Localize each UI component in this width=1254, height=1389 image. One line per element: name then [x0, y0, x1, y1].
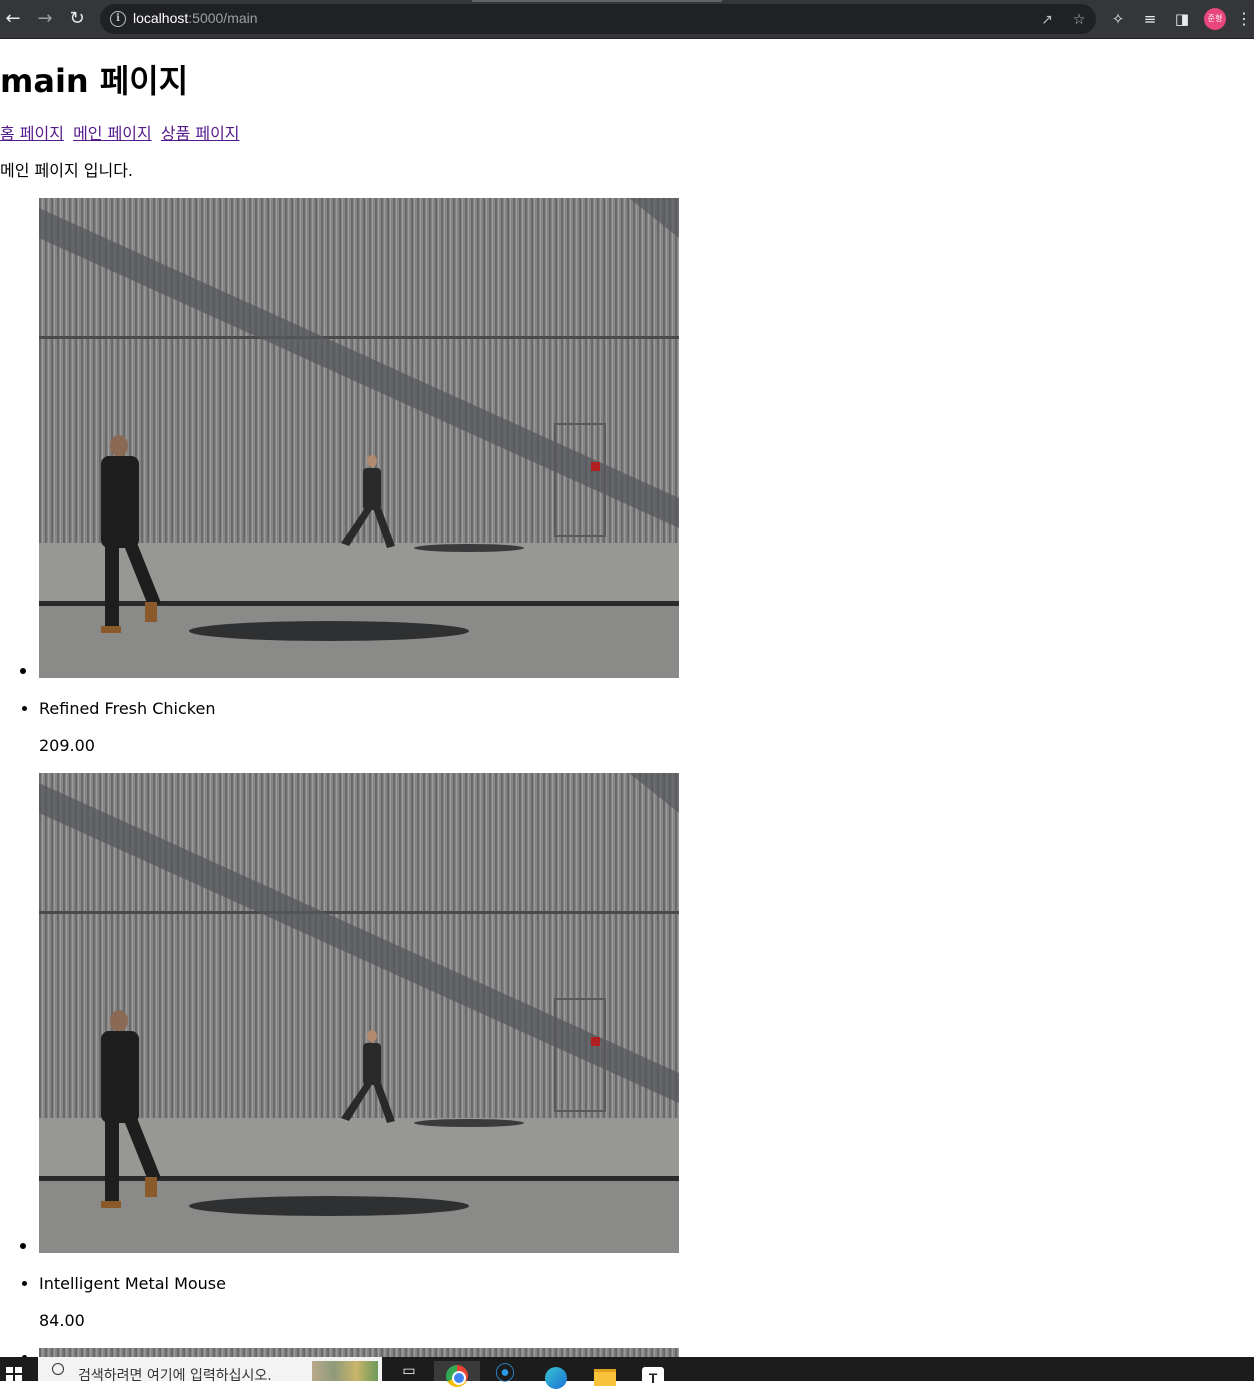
extensions-icon[interactable]: ✧ [1108, 9, 1128, 29]
profile-avatar[interactable]: 준형 [1204, 8, 1226, 30]
list-item: Intelligent Metal Mouse 84.00 [20, 773, 679, 1348]
menu-kebab-icon[interactable]: ⋮ [1236, 9, 1252, 29]
product-image [39, 773, 679, 1253]
intro-text: 메인 페이지 입니다. [0, 161, 134, 180]
typora-taskbar-icon[interactable]: T [640, 1361, 666, 1387]
side-panel-icon[interactable]: ◨ [1172, 9, 1192, 29]
product-name: Intelligent Metal Mouse [39, 1274, 226, 1293]
link-home[interactable]: 홈 페이지 [0, 124, 64, 143]
chrome-taskbar-icon[interactable] [434, 1361, 480, 1387]
product-image [39, 198, 679, 678]
bookmark-star-icon[interactable]: ☆ [1070, 11, 1088, 29]
browser-toolbar: ← → ↻ i localhost:5000/main ↗ ☆ ✧ ≡ ◨ 준형… [0, 0, 1254, 39]
os-taskbar: 검색하려면 여기에 입력하십시오. ▭ ⦿ T [0, 1357, 1254, 1389]
edge-taskbar-icon[interactable] [542, 1361, 568, 1389]
back-icon[interactable]: ← [2, 8, 24, 30]
product-name: Refined Fresh Chicken [39, 699, 216, 718]
nav-links: 홈 페이지 메인 페이지 상품 페이지 [0, 123, 244, 145]
list-bullet [20, 1243, 26, 1249]
address-bar[interactable]: i localhost:5000/main ↗ ☆ [100, 4, 1096, 34]
list-item: Refined Fresh Chicken 209.00 [20, 198, 679, 773]
task-view-icon[interactable]: ▭ [396, 1361, 422, 1381]
search-highlight-image [312, 1361, 378, 1381]
taskbar-search[interactable]: 검색하려면 여기에 입력하십시오. [38, 1357, 382, 1384]
search-placeholder: 검색하려면 여기에 입력하십시오. [78, 1368, 272, 1384]
reload-icon[interactable]: ↻ [66, 8, 88, 30]
forward-icon[interactable]: → [34, 8, 56, 30]
list-bullet [20, 668, 26, 674]
active-tab-indicator [472, 0, 722, 2]
list-item [39, 1348, 679, 1357]
product-image [39, 1348, 679, 1357]
link-products[interactable]: 상품 페이지 [161, 124, 240, 143]
share-icon[interactable]: ↗ [1038, 11, 1056, 29]
product-price: 84.00 [39, 1311, 85, 1330]
file-explorer-taskbar-icon[interactable] [592, 1361, 618, 1386]
search-icon [52, 1363, 64, 1375]
page-title: main 페이지 [0, 62, 189, 100]
site-info-icon[interactable]: i [110, 11, 126, 27]
url-text[interactable]: localhost:5000/main [133, 10, 258, 26]
link-main[interactable]: 메인 페이지 [73, 124, 152, 143]
reading-list-icon[interactable]: ≡ [1140, 9, 1160, 29]
product-list: Refined Fresh Chicken 209.00 [0, 198, 679, 1357]
vscode-taskbar-icon[interactable]: ⦿ [492, 1361, 518, 1385]
product-price: 209.00 [39, 736, 95, 755]
windows-start-icon[interactable] [6, 1367, 22, 1381]
page-viewport: main 페이지 홈 페이지 메인 페이지 상품 페이지 메인 페이지 입니다. [0, 39, 1254, 1357]
